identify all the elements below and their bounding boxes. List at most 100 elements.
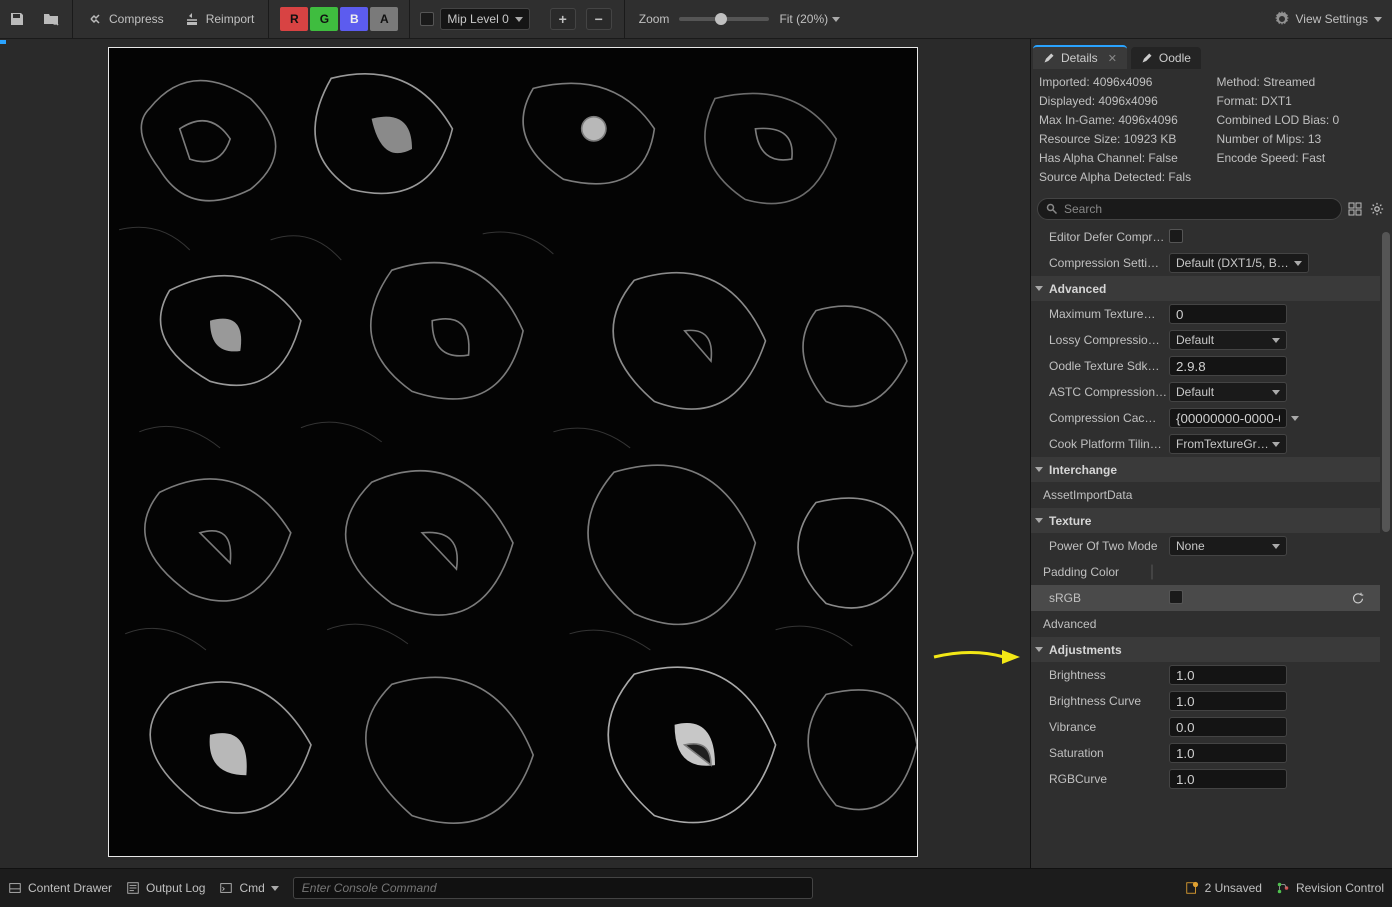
texture-preview (109, 48, 917, 856)
zoom-slider-thumb[interactable] (715, 13, 727, 25)
prop-compression-settings-label: Compression Setti… (1049, 256, 1169, 270)
close-icon[interactable]: ✕ (1108, 52, 1117, 65)
prop-asset-import-data[interactable]: AssetImportData (1031, 482, 1380, 508)
channel-b-toggle[interactable]: B (340, 7, 368, 31)
prop-editor-defer-label: Editor Defer Compr… (1049, 230, 1169, 244)
prop-editor-defer-checkbox[interactable] (1169, 229, 1183, 243)
compress-icon (87, 11, 103, 27)
info-source-alpha: Source Alpha Detected: Fals (1039, 170, 1384, 184)
prop-compression-cache-input[interactable] (1169, 408, 1287, 428)
prop-srgb-checkbox[interactable] (1169, 590, 1183, 604)
chevron-down-icon (1035, 467, 1043, 472)
prop-vibrance-input[interactable] (1169, 717, 1287, 737)
browse-button[interactable] (34, 0, 68, 38)
category-texture[interactable]: Texture (1031, 508, 1380, 533)
zoom-fit-dropdown[interactable]: Fit (20%) (779, 0, 840, 38)
chevron-down-icon (271, 886, 279, 891)
prop-rgbcurve-input[interactable] (1169, 769, 1287, 789)
output-log-button[interactable]: Output Log (126, 881, 205, 895)
viewport-marker (0, 40, 6, 44)
details-search-input[interactable]: Search (1037, 198, 1342, 220)
mip-minus-button[interactable]: − (586, 8, 612, 30)
unsaved-button[interactable]: 2 Unsaved (1185, 881, 1262, 895)
chevron-down-icon (1374, 17, 1382, 22)
prop-pot-label: Power Of Two Mode (1049, 539, 1169, 553)
category-interchange[interactable]: Interchange (1031, 457, 1380, 482)
console-input[interactable]: Enter Console Command (293, 877, 813, 899)
chevron-down-icon (1272, 442, 1280, 447)
tab-oodle[interactable]: Oodle (1131, 47, 1201, 69)
mip-level-dropdown[interactable]: Mip Level 0 (440, 8, 529, 30)
prop-brightness-input[interactable] (1169, 665, 1287, 685)
content-drawer-button[interactable]: Content Drawer (8, 881, 112, 895)
chevron-down-icon (1272, 338, 1280, 343)
details-scrollbar[interactable] (1382, 224, 1390, 868)
info-has-alpha: Has Alpha Channel: False (1039, 151, 1207, 165)
scrollbar-thumb[interactable] (1382, 232, 1390, 532)
zoom-slider[interactable] (679, 17, 769, 21)
save-button[interactable] (0, 0, 34, 38)
log-icon (126, 881, 140, 895)
pencil-icon (1141, 52, 1153, 64)
status-bar: Content Drawer Output Log Cmd Enter Cons… (0, 868, 1392, 907)
grid-icon (1348, 202, 1362, 216)
reimport-button[interactable]: Reimport (174, 0, 265, 38)
category-adjustments[interactable]: Adjustments (1031, 637, 1380, 662)
info-displayed: Displayed: 4096x4096 (1039, 94, 1207, 108)
prop-pot-dropdown[interactable]: None (1169, 536, 1287, 556)
zoom-label: Zoom (639, 12, 670, 26)
grid-view-button[interactable] (1346, 200, 1364, 218)
prop-brightness-curve-input[interactable] (1169, 691, 1287, 711)
pencil-icon (1043, 52, 1055, 64)
zoom-fit-label: Fit (20%) (779, 12, 828, 26)
tab-details[interactable]: Details ✕ (1033, 45, 1127, 69)
prop-cook-platform-dropdown[interactable]: FromTextureGroup (1169, 434, 1287, 454)
view-settings-label: View Settings (1296, 12, 1369, 26)
settings-gear-button[interactable] (1368, 200, 1386, 218)
compress-button[interactable]: Compress (77, 0, 174, 38)
channel-g-toggle[interactable]: G (310, 7, 338, 31)
annotation-arrow (932, 646, 1022, 668)
info-max-in-game: Max In-Game: 4096x4096 (1039, 113, 1207, 127)
cmd-dropdown[interactable]: Cmd (219, 881, 278, 895)
prop-max-texture-input[interactable] (1169, 304, 1287, 324)
prop-brightness-curve-label: Brightness Curve (1049, 694, 1169, 708)
prop-srgb-label: sRGB (1049, 591, 1169, 605)
reimport-icon (184, 11, 200, 27)
revision-control-button[interactable]: Revision Control (1276, 881, 1384, 895)
category-advanced[interactable]: Advanced (1031, 276, 1380, 301)
prop-compression-settings-dropdown[interactable]: Default (DXT1/5, BC1/3 (1169, 253, 1309, 273)
prop-compression-cache-label: Compression Cac… (1049, 411, 1169, 425)
prop-oodle-sdk-label: Oodle Texture Sdk… (1049, 359, 1169, 373)
gear-icon (1370, 202, 1384, 216)
view-settings-dropdown[interactable]: View Settings (1264, 0, 1392, 38)
unsaved-icon (1185, 881, 1199, 895)
prop-padding-label: Padding Color (1043, 565, 1151, 579)
texture-canvas[interactable] (108, 47, 918, 857)
info-imported: Imported: 4096x4096 (1039, 75, 1207, 89)
reimport-label: Reimport (206, 12, 255, 26)
chevron-down-icon (1035, 286, 1043, 291)
mip-plus-button[interactable]: + (550, 8, 576, 30)
prop-astc-dropdown[interactable]: Default (1169, 382, 1287, 402)
prop-lossy-dropdown[interactable]: Default (1169, 330, 1287, 350)
prop-astc-label: ASTC Compression… (1049, 385, 1169, 399)
info-format: Format: DXT1 (1217, 94, 1385, 108)
reset-to-default-icon[interactable] (1352, 592, 1364, 604)
console-icon (219, 881, 233, 895)
prop-padding-color-swatch[interactable] (1151, 564, 1153, 580)
chevron-down-icon[interactable] (1291, 416, 1299, 421)
prop-saturation-input[interactable] (1169, 743, 1287, 763)
gear-icon (1274, 11, 1290, 27)
prop-advanced-2[interactable]: Advanced (1031, 611, 1380, 637)
texture-viewport[interactable] (0, 39, 1030, 868)
search-placeholder: Search (1064, 202, 1102, 216)
details-panel: Details ✕ Oodle Imported: 4096x4096 Meth… (1030, 39, 1392, 868)
tab-details-label: Details (1061, 51, 1098, 65)
prop-oodle-sdk-input[interactable] (1169, 356, 1287, 376)
channel-a-toggle[interactable]: A (370, 7, 398, 31)
save-icon (9, 11, 25, 27)
mip-checkbox[interactable] (420, 12, 434, 26)
channel-r-toggle[interactable]: R (280, 7, 308, 31)
prop-lossy-label: Lossy Compressio… (1049, 333, 1169, 347)
